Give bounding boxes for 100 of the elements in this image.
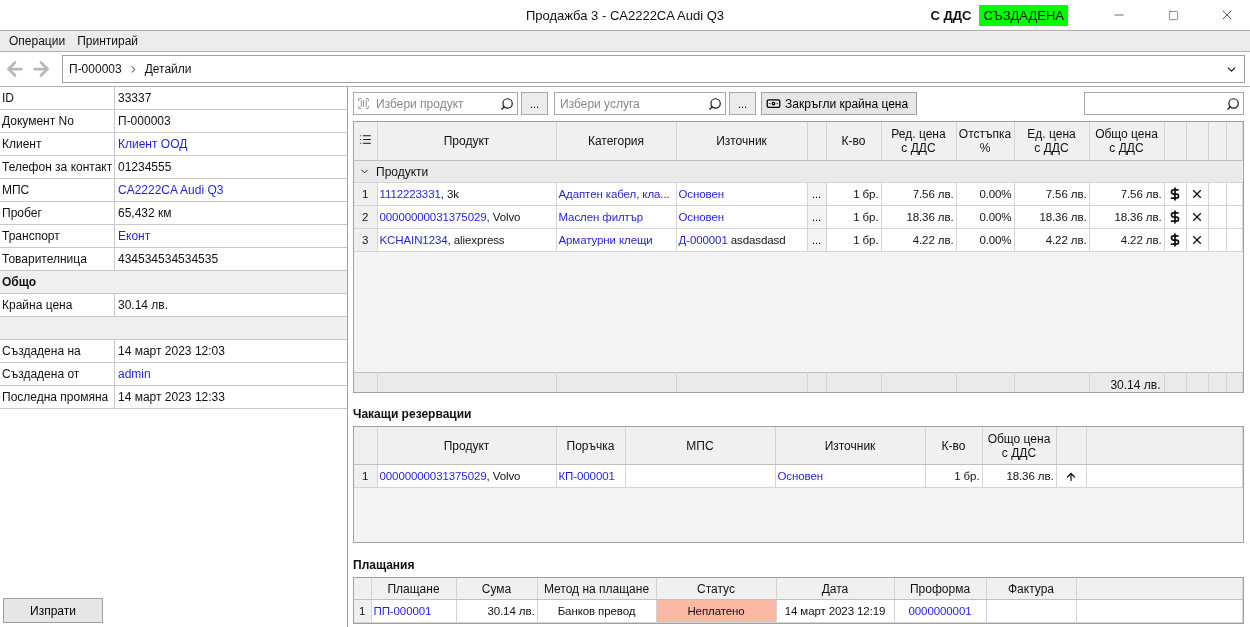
- column-header[interactable]: Общо цена с ДДС: [1089, 121, 1164, 161]
- more-button[interactable]: ...: [807, 234, 826, 247]
- search-icon: [1226, 96, 1240, 111]
- breadcrumb-item[interactable]: П-000003: [69, 62, 122, 76]
- search-icon: [500, 96, 514, 111]
- breadcrumb-item[interactable]: Детайли: [144, 62, 192, 76]
- dollar-icon[interactable]: [1168, 187, 1182, 202]
- column-header[interactable]: Отстъпка %: [956, 121, 1014, 161]
- field-value: 14 март 2023 12:03: [117, 343, 226, 360]
- product-link[interactable]: 00000000031375029: [379, 211, 487, 224]
- product-search-field[interactable]: Избери продукт: [353, 92, 518, 116]
- row-number: 2: [354, 205, 377, 229]
- service-input[interactable]: Избери услуга: [558, 95, 704, 112]
- more-button[interactable]: ...: [521, 92, 548, 116]
- field-label: Пробег: [0, 202, 115, 224]
- column-header[interactable]: Продукт: [377, 426, 556, 465]
- more-button[interactable]: ...: [807, 211, 826, 224]
- field-label: Товарителница: [0, 248, 115, 270]
- field-value: П-000003: [117, 113, 172, 130]
- maximize-icon[interactable]: [1167, 9, 1179, 21]
- source-link[interactable]: Д-000001: [678, 234, 728, 247]
- column-header[interactable]: Поръчка: [556, 426, 625, 465]
- row-number: 1: [354, 464, 377, 488]
- column-header[interactable]: Фактура: [986, 577, 1076, 600]
- column-header[interactable]: Продукт: [377, 121, 556, 161]
- product-name: , Volvo: [486, 211, 521, 224]
- total-cell: 30.14 лв.: [1089, 372, 1164, 392]
- search-icon: [708, 96, 722, 111]
- barcode-icon: [357, 97, 370, 111]
- column-header[interactable]: Метод на плащане: [537, 577, 656, 600]
- field-label: Крайна цена: [0, 294, 115, 316]
- field-label: Документ No: [0, 110, 115, 132]
- source-note: asdasdasd: [729, 234, 786, 247]
- field-value: 33337: [117, 90, 153, 107]
- source-link[interactable]: Основен: [777, 470, 823, 483]
- menu-item[interactable]: Принтирай: [71, 34, 145, 48]
- field-label: Създадена на: [0, 340, 115, 362]
- field-value: 14 март 2023 12:33: [117, 389, 226, 406]
- up-arrow-icon[interactable]: [1065, 470, 1077, 483]
- product-name: , aliexpress: [447, 234, 505, 247]
- source-link[interactable]: Основен: [678, 188, 724, 201]
- field-link[interactable]: CA2222CA Audi Q3: [115, 179, 227, 201]
- field-link[interactable]: Еконт: [115, 225, 154, 247]
- product-input[interactable]: Избери продукт: [374, 95, 496, 112]
- field-label: МПС: [0, 179, 115, 201]
- field-label: ID: [0, 87, 115, 109]
- column-header[interactable]: Източник: [676, 121, 807, 161]
- table-cell: 14 март 2023 12:19: [776, 599, 894, 623]
- row-number: 1: [354, 599, 371, 623]
- section-header: Общо: [1, 274, 38, 291]
- search-field[interactable]: [1084, 92, 1244, 116]
- table-cell: Банков превод: [537, 599, 656, 623]
- dollar-icon[interactable]: [1168, 233, 1182, 248]
- product-name: , 3k: [440, 188, 459, 201]
- column-header[interactable]: Плащане: [371, 577, 456, 600]
- group-header: Продукти: [376, 164, 429, 179]
- section-title: Плащания: [353, 557, 416, 572]
- window-title: Продажба 3 - CA2222CA Audi Q3: [525, 7, 725, 23]
- field-link[interactable]: Клиент ООД: [115, 133, 191, 155]
- column-header[interactable]: МПС: [625, 426, 775, 465]
- field-label: Създадена от: [0, 363, 115, 385]
- status-badge: СЪЗДАДЕНА: [979, 4, 1068, 26]
- field-label: Последна промяна: [0, 386, 115, 408]
- column-header[interactable]: Ед. цена с ДДС: [1014, 121, 1089, 161]
- field-value: 65,432 км: [117, 205, 173, 222]
- column-header[interactable]: Дата: [776, 577, 894, 600]
- field-label: Клиент: [0, 133, 115, 155]
- menu-item[interactable]: Операции: [3, 34, 72, 48]
- field-value: 434534534534535: [117, 251, 220, 268]
- round-price-button[interactable]: Закръгли крайна цена: [761, 92, 918, 116]
- send-button[interactable]: Изпрати: [3, 598, 103, 623]
- product-name: , Volvo: [486, 470, 521, 483]
- column-chooser-icon[interactable]: [354, 121, 377, 161]
- field-value: 30.14 лв.: [117, 297, 170, 314]
- column-header[interactable]: Проформа: [894, 577, 986, 600]
- field-label: Транспорт: [0, 225, 115, 247]
- column-header[interactable]: Източник: [775, 426, 925, 465]
- more-button[interactable]: ...: [807, 188, 826, 201]
- vat-label: С ДДС: [930, 7, 972, 23]
- column-header[interactable]: Общо цена с ДДС: [982, 426, 1056, 465]
- product-link[interactable]: 00000000031375029: [379, 470, 487, 483]
- row-number: 1: [354, 182, 377, 206]
- column-header[interactable]: К-во: [826, 121, 881, 161]
- status-cell: Неплатено: [656, 599, 776, 623]
- product-link[interactable]: 1112223331: [379, 188, 441, 201]
- column-header[interactable]: Сума: [456, 577, 537, 600]
- section-title: Чакащи резервации: [353, 406, 473, 421]
- field-label: Телефон за контакт: [0, 156, 115, 178]
- source-link[interactable]: Основен: [678, 211, 724, 224]
- breadcrumb-bar[interactable]: П-000003 Детайли: [62, 55, 1245, 83]
- service-search-field[interactable]: Избери услуга: [554, 92, 726, 116]
- field-link[interactable]: admin: [115, 363, 154, 385]
- dollar-icon[interactable]: [1168, 210, 1182, 225]
- product-link[interactable]: KCHAIN1234: [379, 234, 448, 247]
- column-header[interactable]: К-во: [925, 426, 982, 465]
- column-header[interactable]: Категория: [556, 121, 676, 161]
- column-header[interactable]: Ред. цена с ДДС: [881, 121, 956, 161]
- field-value: 01234555: [117, 159, 173, 176]
- column-header[interactable]: Статус: [656, 577, 776, 600]
- more-button[interactable]: ...: [729, 92, 756, 116]
